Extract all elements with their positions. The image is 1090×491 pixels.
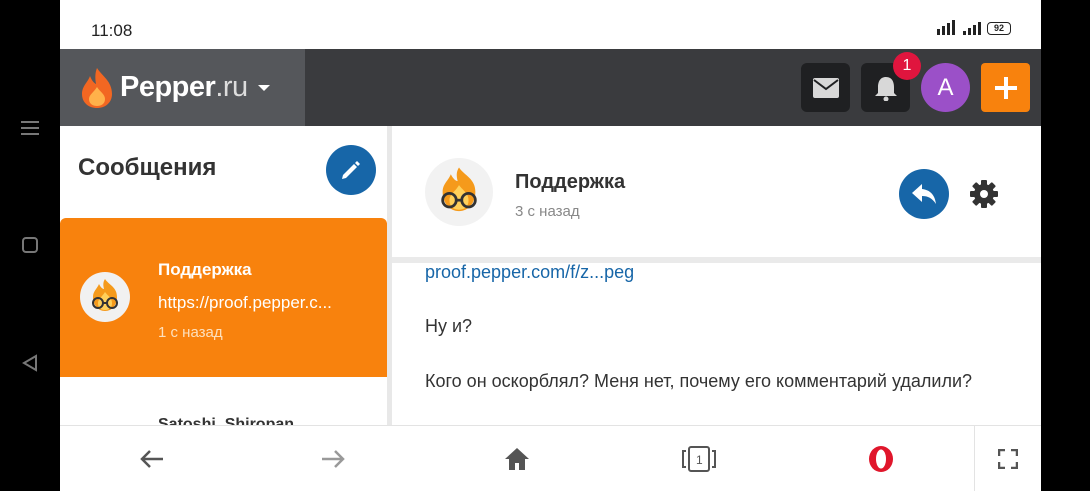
add-deal-button[interactable] [981,63,1030,112]
brand-logo[interactable]: Pepper.ru [60,49,305,126]
bell-icon [874,76,897,101]
toolbar-divider [974,426,975,491]
compose-button[interactable] [326,145,376,195]
chevron-down-icon[interactable] [257,84,270,91]
system-nav-bar [0,0,60,491]
square-icon[interactable] [18,233,42,257]
message-text: Кого он оскорблял? Меня нет, почему его … [425,371,973,391]
conversations-pane: Сообщения Поддержка https://proof.pepper… [60,126,387,433]
user-avatar-button[interactable]: A [921,63,970,112]
phone-screen: 11:08 92 Pepper.ru 1 A Сообщения Поддерж… [60,0,1041,491]
message-link[interactable]: proof.pepper.com/f/z...peg [425,259,985,286]
status-bar: 11:08 92 [60,0,1041,49]
conversation-item-active[interactable]: Поддержка https://proof.pepper.c... 1 с … [60,218,387,377]
chat-header: Поддержка 3 с назад [392,126,1041,263]
support-avatar [80,272,130,322]
flame-logo-icon [82,67,112,108]
tabs-icon[interactable]: 1 [682,444,716,474]
brand-name: Pepper.ru [120,71,248,103]
signal-icon [937,20,981,35]
back-triangle-icon[interactable] [18,351,42,375]
chat-contact-name: Поддержка [515,171,626,193]
messages-button[interactable] [801,63,850,112]
menu-icon[interactable] [18,116,42,140]
support-avatar [425,158,493,226]
opera-icon[interactable] [866,444,896,474]
conversation-name: Поддержка [158,260,252,279]
arrow-right-icon[interactable] [319,444,347,474]
svg-text:1: 1 [696,453,703,467]
fullscreen-icon[interactable] [996,444,1020,474]
page-title: Сообщения [78,154,217,181]
browser-toolbar: 1 [60,425,1041,491]
reply-icon [912,184,936,204]
plus-icon [994,76,1017,99]
right-edge [1041,0,1090,491]
battery-indicator: 92 [987,21,1011,35]
system-icons: 92 [935,20,1011,36]
arrow-left-icon[interactable] [138,444,166,474]
notification-badge: 1 [893,52,921,80]
reply-button[interactable] [899,169,949,219]
chat-timestamp: 3 с назад [515,203,580,220]
clock: 11:08 [91,21,133,40]
settings-button[interactable] [970,180,998,213]
pencil-icon [342,161,360,179]
mail-icon [812,77,839,98]
conversation-preview: https://proof.pepper.c... [158,293,332,312]
chat-pane: Поддержка 3 с назад proof.pepper.com/f/z… [392,126,1041,425]
message-text: Ну и? [425,316,473,336]
conversation-time: 1 с назад [158,324,223,341]
home-icon[interactable] [502,444,532,474]
gear-icon [970,180,998,208]
